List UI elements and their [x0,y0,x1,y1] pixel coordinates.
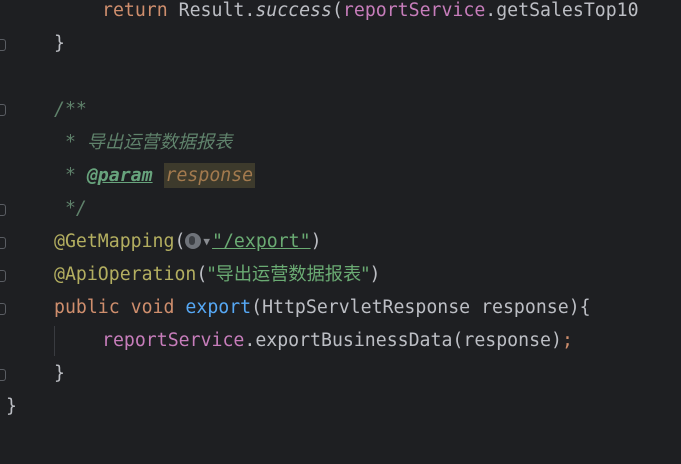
annotation-value: "导出运营数据报表" [207,264,370,285]
doc-star: * [54,165,87,186]
return-type: void [130,297,175,318]
code-line-method-body[interactable]: reportService.exportBusinessData(respons… [102,325,573,357]
fold-marker-icon[interactable] [0,39,6,51]
code-line-doc-end[interactable]: */ [54,193,87,225]
code-line-class-close[interactable]: } [6,391,17,423]
modifier: public [54,297,120,318]
fold-marker-icon[interactable] [0,204,6,216]
method-call: getSalesTop10 [496,0,639,21]
code-line-method-close[interactable]: } [54,358,65,390]
code-line-get-mapping[interactable]: @GetMapping(▼ "/export") [54,226,322,258]
param-type: HttpServletResponse [262,297,471,318]
argument: response [463,330,551,351]
fold-marker-icon[interactable] [0,303,6,315]
class-name: Result [178,0,245,21]
method-call: exportBusinessData [255,330,453,351]
doc-star: * [54,132,87,153]
method-name: export [185,297,252,318]
code-line-doc-description[interactable]: * 导出运营数据报表 [54,127,232,159]
code-line-api-operation[interactable]: @ApiOperation("导出运营数据报表") [54,259,381,291]
param-name: response [481,297,569,318]
annotation-name: @GetMapping [54,231,175,252]
keyword: return [102,0,168,21]
doc-description: 导出运营数据报表 [86,132,233,153]
code-editor[interactable]: return Result.success(reportService.getS… [0,0,681,464]
code-line-doc-param[interactable]: * @param response [54,160,256,192]
endpoint-path[interactable]: "/export" [212,231,311,252]
doc-param-tag: @param [86,165,153,186]
code-line-method-signature[interactable]: public void export(HttpServletResponse r… [54,292,591,324]
annotation-name: @ApiOperation [54,264,197,285]
indent-guide [54,326,55,356]
globe-icon[interactable] [185,233,202,249]
method-name: success [255,0,332,21]
doc-param-name: response [163,163,256,188]
chevron-down-icon[interactable]: ▼ [203,226,210,258]
code-line-doc-start[interactable]: /** [54,94,87,126]
fold-marker-icon[interactable] [0,369,6,381]
fold-marker-icon[interactable] [0,237,6,249]
fold-marker-icon[interactable] [0,270,6,282]
code-line-return[interactable]: return Result.success(reportService.getS… [102,0,639,27]
fold-marker-icon[interactable] [0,104,6,116]
field-name: reportService [342,0,486,21]
code-line-closing-brace[interactable]: } [54,28,65,60]
field-name: reportService [102,330,245,351]
